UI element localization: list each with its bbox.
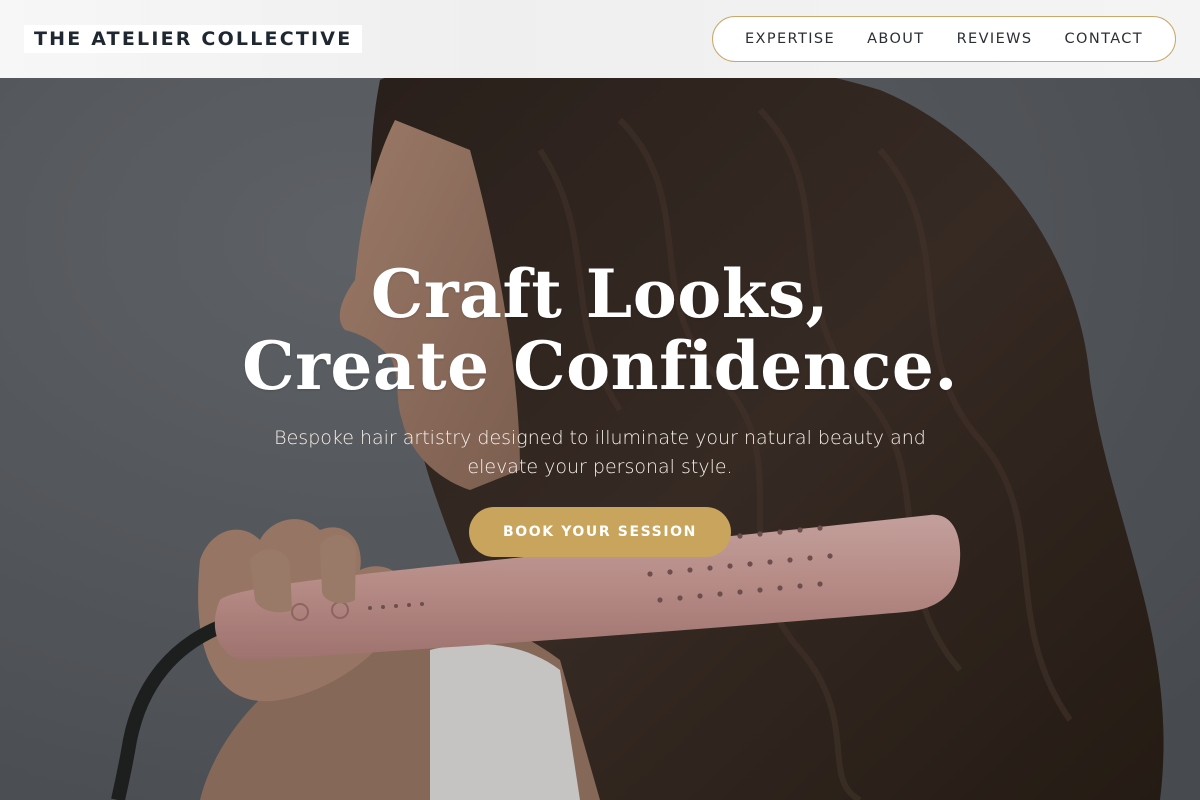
nav-reviews-link[interactable]: REVIEWS — [941, 31, 1049, 47]
headline-line-1: Craft Looks, — [370, 255, 830, 333]
headline-line-2: Create Confidence. — [242, 327, 958, 405]
hero-subtitle: Bespoke hair artistry designed to illumi… — [274, 427, 926, 478]
nav-contact-link[interactable]: CONTACT — [1049, 31, 1160, 47]
nav-expertise-link[interactable]: EXPERTISE — [729, 31, 851, 47]
hero-headline: Craft Looks, Create Confidence. — [0, 258, 1200, 402]
main-menu: EXPERTISE ABOUT REVIEWS CONTACT — [712, 16, 1176, 62]
top-navigation-bar: THE ATELIER COLLECTIVE EXPERTISE ABOUT R… — [0, 0, 1200, 78]
nav-about-link[interactable]: ABOUT — [851, 31, 941, 47]
brand-logo[interactable]: THE ATELIER COLLECTIVE — [24, 25, 363, 53]
hero-content: Craft Looks, Create Confidence. Bespoke … — [0, 0, 1200, 800]
book-session-button[interactable]: BOOK YOUR SESSION — [469, 507, 731, 557]
